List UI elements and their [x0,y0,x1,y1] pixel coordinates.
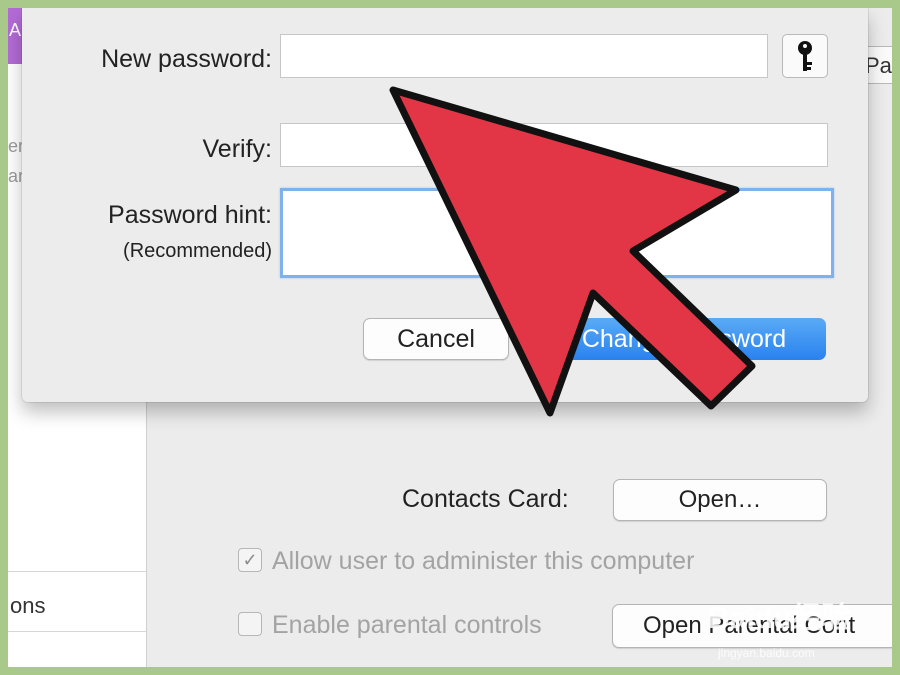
password-hint-field[interactable] [280,188,834,278]
password-assistant-button[interactable] [782,34,828,78]
new-password-label: New password: [101,45,272,73]
watermark-logo: Baidu经验 [708,602,852,635]
parental-checkbox-label: Enable parental controls [272,611,542,639]
sidebar-divider [8,571,146,572]
sidebar-divider [8,631,146,632]
verify-field[interactable] [280,123,828,167]
password-hint-label: Password hint: [108,201,272,229]
screenshot: A er ar ons Pa Contacts Card: Open… ✓ All… [8,8,892,667]
change-password-button[interactable]: Change Password [542,318,826,360]
parental-checkbox[interactable] [238,612,262,637]
parental-checkbox-row[interactable]: Enable parental controls [238,611,542,640]
admin-checkbox-row[interactable]: ✓ Allow user to administer this computer [238,547,694,576]
admin-checkbox-label: Allow user to administer this computer [272,547,695,575]
open-contacts-button[interactable]: Open… [613,479,827,521]
watermark-url: jingyan.baidu.com [718,646,815,660]
admin-checkbox[interactable]: ✓ [238,548,262,573]
password-hint-sublabel: (Recommended) [123,240,272,262]
sidebar-accent: A [8,8,22,64]
change-password-dialog: New password: Verify: Password hint: (Re… [22,8,868,402]
key-icon [798,41,812,71]
sidebar-item-label[interactable]: ons [10,593,45,619]
sidebar-accent-text: A [9,20,22,40]
cancel-button[interactable]: Cancel [363,318,509,360]
new-password-field[interactable] [280,34,768,78]
verify-label: Verify: [202,135,272,163]
contacts-card-label: Contacts Card: [402,485,569,513]
